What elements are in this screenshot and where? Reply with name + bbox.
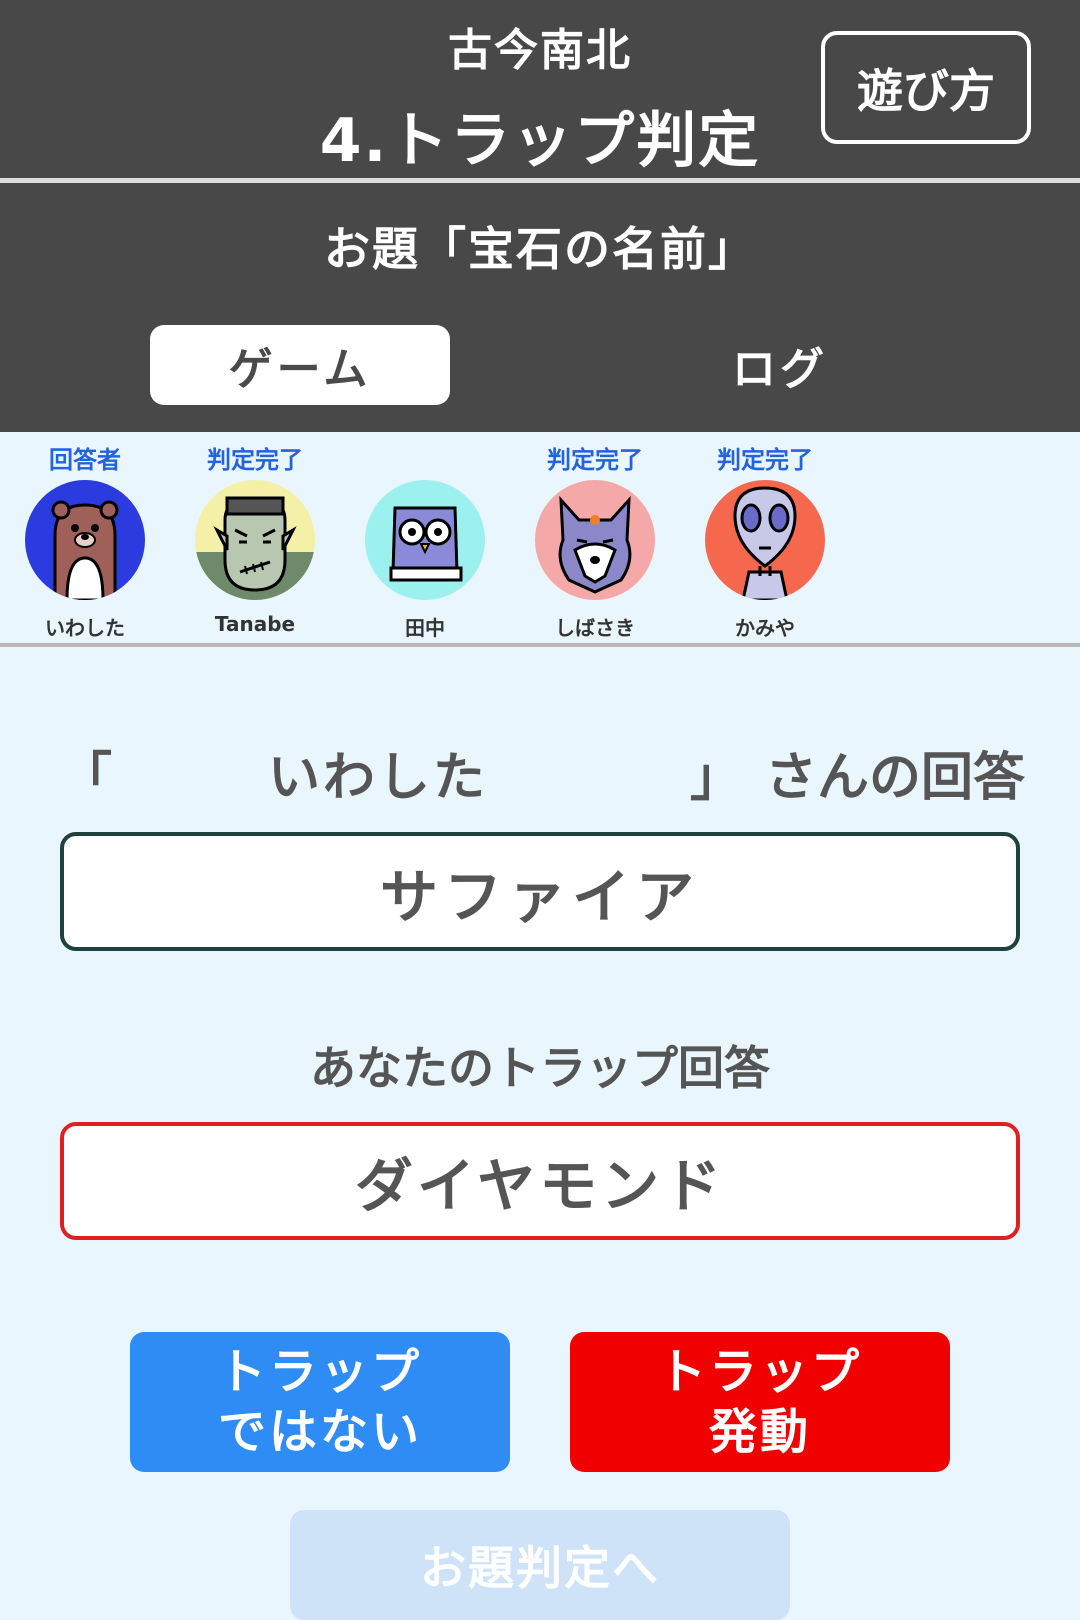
close-quote: 」 <box>690 748 743 808</box>
respondent-name: いわした <box>268 748 489 808</box>
trap-trigger-button[interactable]: トラップ 発動 <box>570 1332 950 1472</box>
trap-answer-label: あなたのトラップ回答 <box>310 1041 770 1095</box>
player-name: かみや <box>735 616 795 640</box>
player-card[interactable]: 判定完了 かみや <box>680 432 850 647</box>
player-name: 田中 <box>405 616 445 640</box>
open-quote: 「 <box>60 748 113 808</box>
alien-icon <box>705 480 825 600</box>
player-name: いわした <box>45 616 125 640</box>
player-status: 判定完了 <box>207 446 303 474</box>
player-card[interactable]: 回答者 いわした <box>0 432 170 647</box>
player-list: 回答者 いわした 判定完了 Tanabe 田中 判定完了 しばさき 判定完了 か… <box>0 432 1080 647</box>
respondent-answer-box: サファイア <box>60 832 1020 951</box>
header: 古今南北 4.トラップ判定 遊び方 <box>0 0 1080 178</box>
trap-label-line1: トラップ <box>657 1344 862 1400</box>
player-card[interactable]: 判定完了 Tanabe <box>170 432 340 647</box>
zombie-icon <box>195 480 315 600</box>
player-card[interactable]: 判定完了 しばさき <box>510 432 680 647</box>
player-name: しばさき <box>555 616 635 640</box>
not-trap-label-line2: ではない <box>217 1404 422 1460</box>
player-name: Tanabe <box>214 612 296 636</box>
tab-game[interactable]: ゲーム <box>150 325 450 405</box>
topic-title: お題「宝石の名前」 <box>324 222 756 276</box>
how-to-play-button[interactable]: 遊び方 <box>821 31 1031 144</box>
player-status: 判定完了 <box>547 446 643 474</box>
owl-book-icon <box>365 480 485 600</box>
answer-label: 「 いわした 」 さんの回答 <box>0 735 1080 808</box>
wolf-icon <box>535 480 655 600</box>
trap-label-line2: 発動 <box>708 1404 811 1460</box>
go-to-topic-judgment-button[interactable]: お題判定へ <box>290 1510 790 1620</box>
topic-band: お題「宝石の名前」 ゲーム ログ <box>0 183 1080 432</box>
trap-answer-box: ダイヤモンド <box>60 1122 1020 1240</box>
answer-label-suffix: さんの回答 <box>765 748 1026 808</box>
player-status: 判定完了 <box>717 446 813 474</box>
player-card[interactable]: 田中 <box>340 432 510 647</box>
bear-icon <box>25 480 145 600</box>
tab-log[interactable]: ログ <box>655 325 905 405</box>
not-trap-button[interactable]: トラップ ではない <box>130 1332 510 1472</box>
player-status: 回答者 <box>49 446 121 474</box>
not-trap-label-line1: トラップ <box>217 1344 422 1400</box>
